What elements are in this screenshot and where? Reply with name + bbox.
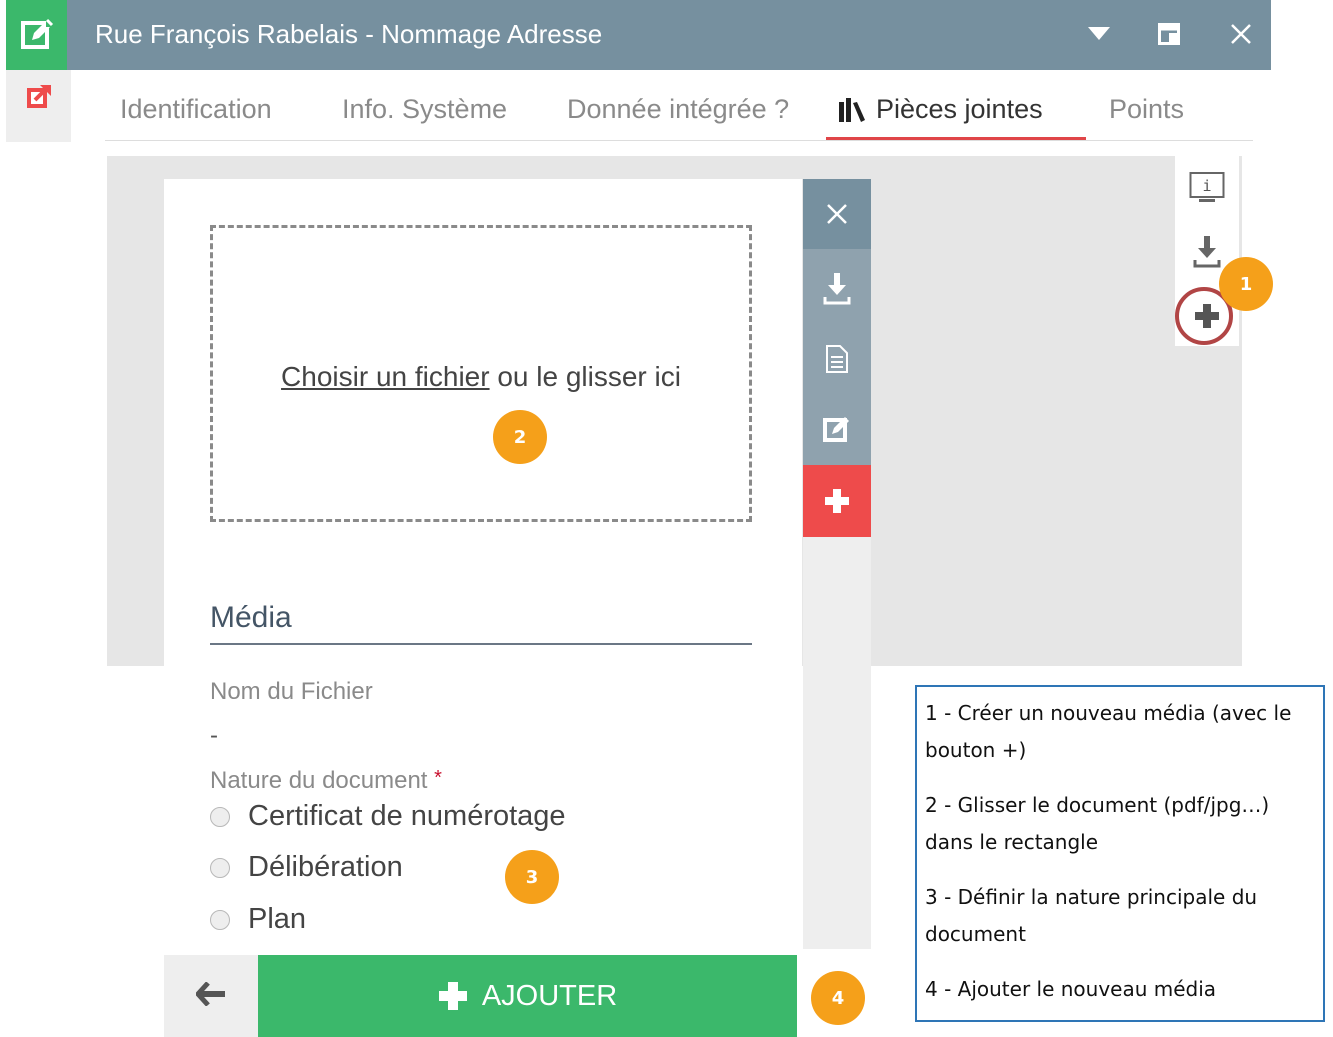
window-maximize-icon[interactable] [1149,14,1189,54]
window-title-bar: Rue François Rabelais - Nommage Adresse [67,0,1271,70]
required-marker: * [434,767,442,789]
panel-close-icon[interactable] [803,179,871,249]
tab-points[interactable]: Points [1109,94,1184,125]
instructions-legend: 1 - Créer un nouveau média (avec le bout… [915,685,1325,1022]
back-button[interactable] [164,955,258,1037]
radio-option-plan[interactable]: Plan [210,903,306,936]
tab-pieces-jointes-label: Pièces jointes [876,94,1043,124]
active-tab-indicator [826,137,1086,140]
filename-value: - [210,722,218,749]
legend-step-3: 3 - Définir la nature principale du docu… [925,885,1258,946]
edit-icon[interactable] [803,399,871,459]
step-badge-4: 4 [811,971,865,1025]
nature-label-row: Nature du document * [210,767,442,795]
dropzone-hint: ou le glisser ici [489,361,681,392]
panel-add-icon[interactable] [803,465,871,537]
step-badge-1: 1 [1219,257,1273,311]
radio-button[interactable] [210,857,230,878]
app-edit-icon [6,0,67,70]
panel-action-bar [803,179,871,949]
filename-label: Nom du Fichier [210,678,373,705]
tabs-divider [105,140,1253,141]
external-link-icon[interactable] [26,84,52,142]
add-button[interactable]: AJOUTER [258,955,797,1037]
step-badge-3: 3 [505,850,559,904]
tab-info-systeme[interactable]: Info. Système [342,94,507,125]
radio-label: Certificat de numérotage [248,800,566,832]
step-badge-2: 2 [493,410,547,464]
add-button-label: AJOUTER [481,979,618,1012]
choose-file-link[interactable]: Choisir un fichier [281,361,490,392]
section-divider [210,643,752,645]
radio-button[interactable] [210,806,230,827]
radio-button[interactable] [210,909,230,930]
legend-step-4: 4 - Ajouter le nouveau média [925,977,1217,1001]
panel-download-icon[interactable] [803,259,871,319]
file-icon[interactable] [803,329,871,389]
radio-label: Délibération [248,851,403,883]
nature-label: Nature du document [210,767,428,794]
info-monitor-icon[interactable]: i [1189,170,1225,211]
radio-option-certificat[interactable]: Certificat de numérotage [210,800,566,833]
svg-text:i: i [1202,177,1211,195]
close-icon[interactable] [1221,14,1261,54]
arrow-left-icon [194,980,226,1011]
window-title: Rue François Rabelais - Nommage Adresse [95,19,603,49]
radio-option-deliberation[interactable]: Délibération [210,851,403,884]
tab-pieces-jointes[interactable]: Pièces jointes [838,94,1043,125]
plus-icon [438,981,468,1011]
caret-down-icon[interactable] [1079,14,1119,54]
side-strip [6,70,71,142]
books-icon [838,97,866,122]
tab-identification[interactable]: Identification [120,94,272,125]
download-icon[interactable] [1193,236,1221,273]
file-dropzone[interactable]: Choisir un fichier ou le glisser ici [210,225,752,522]
section-title: Média [210,601,292,634]
legend-step-1: 1 - Créer un nouveau média (avec le bout… [925,701,1292,762]
radio-label: Plan [248,903,307,935]
tab-donnee-integree[interactable]: Donnée intégrée ? [567,94,789,125]
legend-step-2: 2 - Glisser le document (pdf/jpg…) dans … [925,793,1270,854]
dropzone-text: Choisir un fichier ou le glisser ici [213,361,749,393]
